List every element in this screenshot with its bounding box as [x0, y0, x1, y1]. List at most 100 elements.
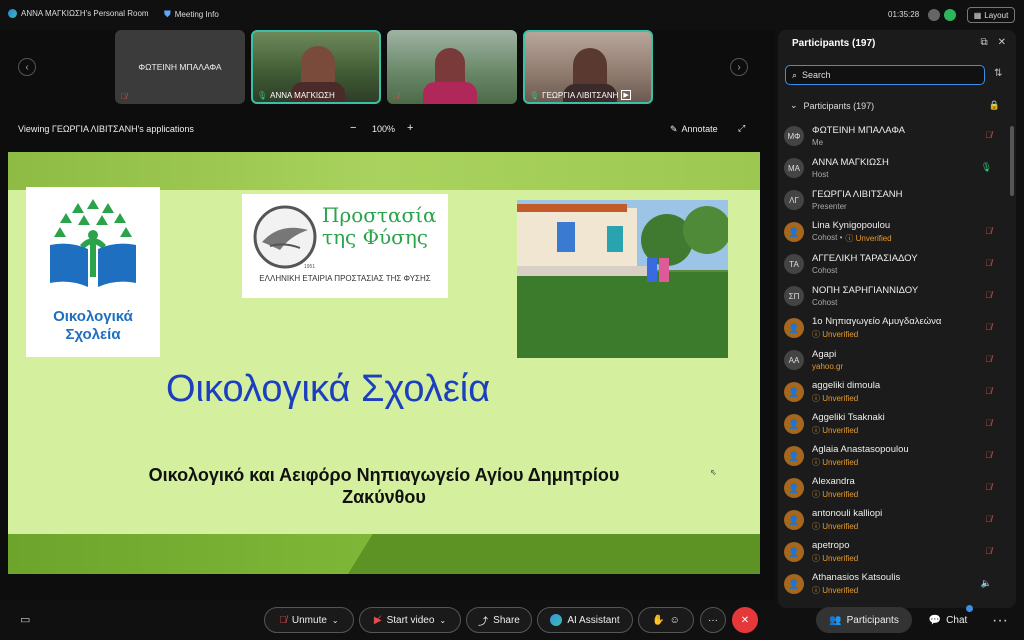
participants-button[interactable]: 👥 Participants — [816, 607, 912, 633]
list-item[interactable]: 👤 aggeliki dimoula ⓘ Unverified 🎙̸ — [784, 376, 1008, 408]
zoom-in-button[interactable]: + — [407, 122, 413, 134]
mic-muted-icon[interactable]: 🎙̸ — [985, 386, 992, 396]
participant-tile[interactable]: ΦΩΤΕΙΝΗ ΜΠΑΛΑΦΑ 🎙̸ — [115, 30, 245, 104]
mic-muted-icon[interactable]: 🎙̸ — [985, 290, 992, 300]
list-item[interactable]: 👤 Aglaia Anastasopoulou ⓘ Unverified 🎙̸ — [784, 440, 1008, 472]
list-item[interactable]: 👤 apetropo ⓘ Unverified 🎙̸ — [784, 536, 1008, 568]
mic-muted-icon[interactable]: 🎙̸ — [985, 258, 992, 268]
expand-icon[interactable]: ⤢ — [738, 123, 745, 134]
shared-slide: Οικολογικά Σχολεία Προστασία της Φύσης 1… — [8, 152, 760, 574]
mic-muted-icon[interactable]: 🎙̸ — [985, 482, 992, 492]
reactions-button[interactable]: ✋ ☺ — [638, 607, 694, 633]
list-item[interactable]: ΜΦ ΦΩΤΕΙΝΗ ΜΠΑΛΑΦΑ Me 🎙̸ — [784, 120, 1008, 152]
close-icon[interactable]: ✕ — [998, 37, 1006, 48]
nature-protection-logo: Προστασία της Φύσης 1951 ΕΛΛΗΝΙΚΗ ΕΤΑΙΡΙ… — [242, 194, 448, 298]
speaker-icon[interactable]: 🔈 — [981, 578, 992, 589]
scrollbar[interactable] — [1010, 126, 1014, 196]
meeting-info-button[interactable]: ⛊ Meeting Info — [164, 9, 219, 20]
recording-status-icon — [944, 9, 956, 21]
list-item[interactable]: ΣΠ ΝΟΠΗ ΣΑΡΗΓΙΑΝΝΙΔΟΥ Cohost 🎙̸ — [784, 280, 1008, 312]
user-icon: 👤 — [784, 574, 804, 594]
participants-list: ΜΦ ΦΩΤΕΙΝΗ ΜΠΑΛΑΦΑ Me 🎙̸ ΜΑ ΑΝΝΑ ΜΑΓΚΙΩΣΗ Hos… — [784, 120, 1008, 600]
viewing-label: Viewing ΓΕΩΡΓΙΑ ΛΙΒΙΤΣΑΝΗ's applications — [18, 124, 194, 134]
unverified-badge: ⓘ Unverified — [812, 522, 859, 531]
tree-book-icon — [50, 199, 136, 287]
share-icon: ⤴ — [478, 616, 489, 628]
list-item[interactable]: ΛΓ ΓΕΩΡΓΙΑ ΛΙΒΙΤΣΑΝΗ Presenter — [784, 184, 1008, 216]
zoom-out-button[interactable]: − — [350, 122, 356, 134]
org-subtitle: ΕΛΛΗΝΙΚΗ ΕΤΑΙΡΙΑ ΠΡΟΣΤΑΣΙΑΣ ΤΗΣ ΦΥΣΗΣ — [259, 274, 431, 283]
participant-video-body — [423, 82, 477, 104]
annotate-button[interactable]: ✎ Annotate — [670, 124, 718, 135]
ai-assistant-button[interactable]: AI Assistant — [537, 607, 633, 633]
share-button[interactable]: ⤴ Share — [466, 607, 532, 633]
previous-thumbnails-button[interactable]: ‹ — [18, 58, 36, 76]
participants-icon: 👥 — [829, 614, 842, 626]
mic-muted-icon: 🎙̸ — [121, 92, 127, 101]
eco-schools-logo-text: Οικολογικά Σχολεία — [53, 308, 133, 343]
popout-icon[interactable]: ⧉ — [980, 37, 987, 48]
sort-icon[interactable]: ⇅ — [994, 68, 1002, 79]
slide-top-band — [8, 152, 760, 190]
unmute-button[interactable]: 🎙̸ Unmute ⌄ — [264, 607, 354, 633]
next-thumbnails-button[interactable]: › — [730, 58, 748, 76]
unverified-badge: ⓘ Unverified — [812, 458, 859, 467]
mic-muted-icon[interactable]: 🎙̸ — [985, 450, 992, 460]
raise-hand-icon: ✋ — [652, 614, 665, 626]
unverified-badge: ⓘ Unverified — [812, 490, 859, 499]
more-options-button[interactable]: ··· — [700, 607, 726, 633]
search-input[interactable]: ⌕ Search — [785, 65, 985, 85]
audio-status-icon — [928, 9, 940, 21]
pen-icon: ✎ — [670, 124, 678, 134]
list-item[interactable]: 👤 1ο Νηπιαγωγείο Αμυγδαλεώνα ⓘ Unverified 🎙… — [784, 312, 1008, 344]
list-item[interactable]: ΜΑ ΑΝΝΑ ΜΑΓΚΙΩΣΗ Host 🎙 — [784, 152, 1008, 184]
eco-schools-logo: Οικολογικά Σχολεία — [26, 187, 160, 357]
mic-muted-icon[interactable]: 🎙̸ — [985, 418, 992, 428]
layout-button[interactable]: ▦ Layout — [967, 7, 1015, 23]
close-icon: ✕ — [740, 614, 750, 626]
mic-muted-icon: 🎙̸ — [279, 614, 287, 626]
mic-muted-icon[interactable]: 🎙̸ — [985, 130, 992, 140]
chevron-left-icon: ‹ — [25, 61, 29, 73]
chat-button[interactable]: 💬 Chat — [920, 605, 976, 633]
start-video-button[interactable]: ▶̸ Start video ⌄ — [359, 607, 461, 633]
title-bar: ΑΝΝΑ ΜΑΓΚΙΩΣΗ's Personal Room ⛊ Meeting … — [0, 0, 1024, 30]
mic-muted-icon[interactable]: 🎙̸ — [985, 226, 992, 236]
chevron-right-icon: › — [737, 61, 741, 73]
participants-list-header[interactable]: ⌄ Participants (197) 🔒 — [790, 100, 1000, 111]
participant-tile[interactable]: 🎙 ΑΝΝΑ ΜΑΓΚΙΩΣΗ — [251, 30, 381, 104]
list-item[interactable]: 👤 Lina Kynigopoulou Cohost • ⓘ Unverified 🎙̸ — [784, 216, 1008, 248]
more-icon[interactable]: ··· — [992, 612, 1008, 630]
share-view-bar: Viewing ΓΕΩΡΓΙΑ ΛΙΒΙΤΣΑΝΗ's applications… — [0, 120, 775, 140]
participant-name-overlay: ΦΩΤΕΙΝΗ ΜΠΑΛΑΦΑ — [138, 62, 222, 72]
mic-on-icon[interactable]: 🎙 — [981, 162, 992, 173]
list-item[interactable]: AA Agapi yahoo.gr 🎙̸ — [784, 344, 1008, 376]
mic-muted-icon[interactable]: 🎙̸ — [985, 546, 992, 556]
meeting-stage: ‹ › ΦΩΤΕΙΝΗ ΜΠΑΛΑΦΑ 🎙̸ 🎙 ΑΝΝΑ ΜΑΓΚΙΩΣΗ 🎙… — [0, 30, 775, 600]
org-year: 1951 — [304, 264, 316, 270]
slide-bottom-band-accent — [348, 534, 760, 574]
captions-icon[interactable]: ▭ — [20, 613, 30, 626]
ai-assistant-icon — [550, 614, 563, 626]
mic-muted-icon[interactable]: 🎙̸ — [985, 354, 992, 364]
user-icon: 👤 — [784, 542, 804, 562]
slide-subtitle: Οικολογικό και Αειφόρο Νηπιαγωγείο Αγίου… — [148, 465, 620, 507]
list-item[interactable]: 👤 antonouli kalliopi ⓘ Unverified 🎙̸ — [784, 504, 1008, 536]
mic-muted-icon[interactable]: 🎙̸ — [985, 322, 992, 332]
list-item[interactable]: ΤΑ ΑΓΓΕΛΙΚΗ ΤΑΡΑΣΙΑΔΟΥ Cohost 🎙̸ — [784, 248, 1008, 280]
mic-muted-icon[interactable]: 🎙̸ — [985, 514, 992, 524]
participant-tile[interactable]: 🎙 ΓΕΩΡΓΙΑ ΛΙΒΙΤΣΑΝΗ ▶ — [523, 30, 653, 104]
lock-icon[interactable]: 🔒 — [989, 100, 1000, 111]
list-item[interactable]: 👤 Alexandra ⓘ Unverified 🎙̸ — [784, 472, 1008, 504]
end-call-button[interactable]: ✕ — [732, 607, 758, 633]
org-name: Προστασία της Φύσης — [322, 203, 437, 249]
list-item[interactable]: 👤 Aggeliki Tsaknaki ⓘ Unverified 🎙̸ — [784, 408, 1008, 440]
user-icon: 👤 — [784, 446, 804, 466]
participant-tile[interactable]: 🎙̸ — [387, 30, 517, 104]
user-icon: 👤 — [784, 478, 804, 498]
user-icon: 👤 — [784, 510, 804, 530]
user-icon: 👤 — [784, 222, 804, 242]
panel-actions: ⧉ ✕ — [980, 37, 1006, 48]
sharing-icon: ▶ — [621, 90, 631, 100]
list-item[interactable]: 👤 Athanasios Katsoulis ⓘ Unverified 🔈 — [784, 568, 1008, 600]
